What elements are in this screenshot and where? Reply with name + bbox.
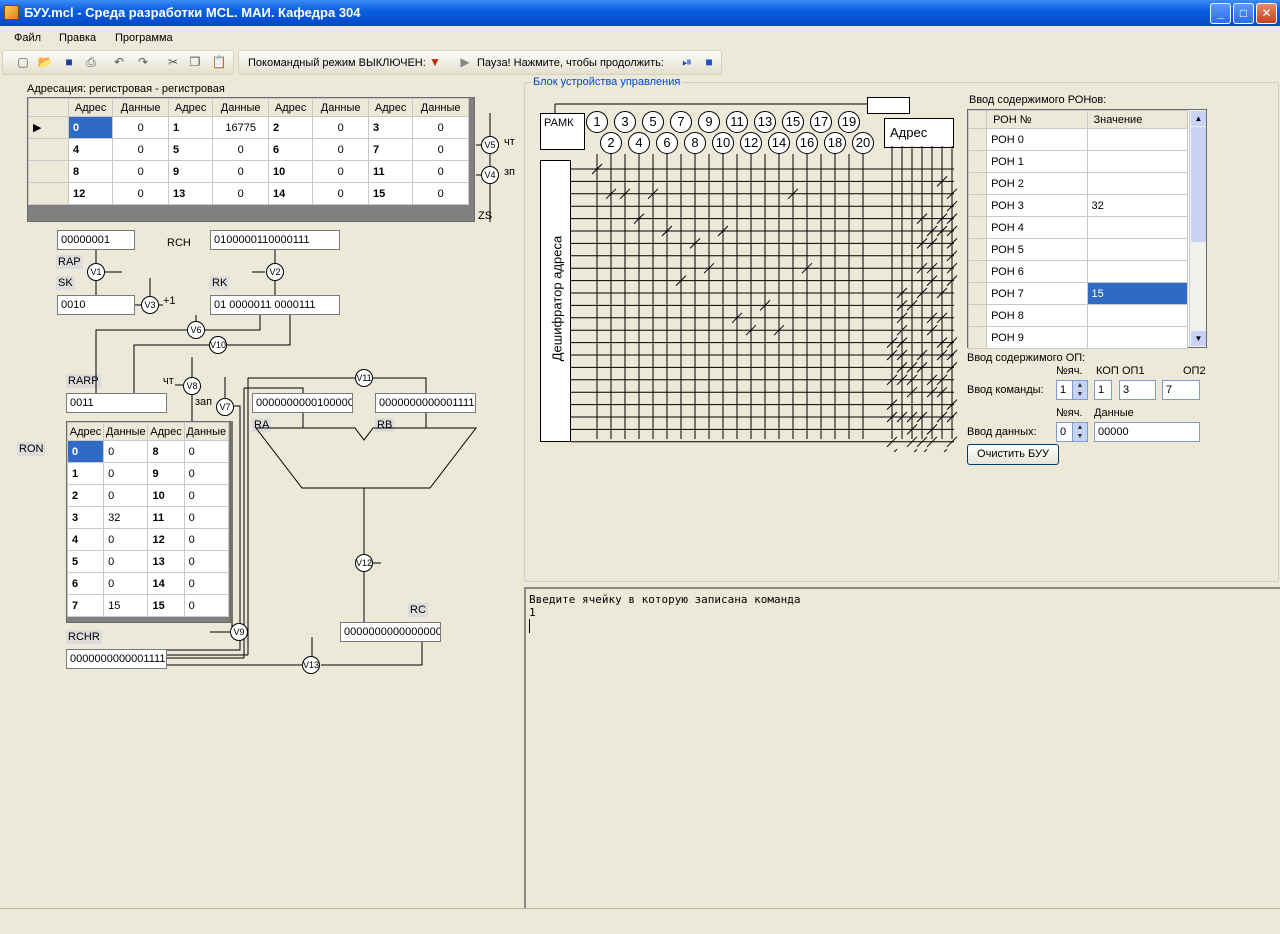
op1-col-label: ОП1 bbox=[1122, 365, 1145, 377]
table-cell[interactable]: РОН 8 bbox=[987, 305, 1087, 327]
kop-field[interactable]: 1 bbox=[1094, 380, 1112, 400]
datapath-wires bbox=[0, 0, 524, 700]
clear-cu-button[interactable]: Очистить БУУ bbox=[967, 444, 1059, 465]
data-input-label: Ввод данных: bbox=[967, 426, 1037, 438]
valve-v10: V10 bbox=[209, 336, 227, 354]
cell-col-label-2: №яч. bbox=[1056, 407, 1083, 419]
data-col-label: Данные bbox=[1094, 407, 1134, 419]
table-cell[interactable]: 15 bbox=[1087, 283, 1187, 305]
row-header[interactable] bbox=[969, 305, 987, 327]
table-cell[interactable]: РОН 5 bbox=[987, 239, 1087, 261]
valve-v9: V9 bbox=[230, 623, 248, 641]
row-header[interactable] bbox=[969, 283, 987, 305]
console-output[interactable]: Введите ячейку в которую записана команд… bbox=[524, 587, 1280, 908]
kop-col-label: КОП bbox=[1096, 365, 1119, 377]
row-header-corner bbox=[969, 111, 987, 129]
table-row[interactable]: РОН 5 bbox=[969, 239, 1188, 261]
valve-v8: V8 bbox=[183, 377, 201, 395]
table-cell[interactable] bbox=[1087, 305, 1187, 327]
op2-field[interactable]: 7 bbox=[1162, 380, 1200, 400]
table-cell[interactable] bbox=[1087, 261, 1187, 283]
step-icon[interactable]: ⏯ bbox=[679, 55, 695, 70]
table-row[interactable]: РОН 2 bbox=[969, 173, 1188, 195]
table-cell[interactable]: РОН 3 bbox=[987, 195, 1087, 217]
address-mark bbox=[887, 449, 897, 452]
table-row[interactable]: РОН 0 bbox=[969, 129, 1188, 151]
row-header[interactable] bbox=[969, 151, 987, 173]
ron-input-grid[interactable]: РОН № Значение РОН 0 РОН 1 РОН 2 РОН 3 32 РОН 4… bbox=[967, 109, 1207, 348]
table-cell[interactable]: 32 bbox=[1087, 195, 1187, 217]
cmd-input-label: Ввод команды: bbox=[967, 384, 1044, 396]
table-cell[interactable]: РОН 7 bbox=[987, 283, 1087, 305]
table-row[interactable]: РОН 4 bbox=[969, 217, 1188, 239]
status-bar bbox=[0, 908, 1280, 934]
row-header[interactable] bbox=[969, 239, 987, 261]
data-value-field[interactable]: 00000 bbox=[1094, 422, 1200, 442]
column-header: РОН № bbox=[987, 111, 1087, 129]
valve-v5: V5 bbox=[481, 136, 499, 154]
table-row[interactable]: РОН 9 bbox=[969, 327, 1188, 349]
valve-v13: V13 bbox=[302, 656, 320, 674]
valve-v4: V4 bbox=[481, 166, 499, 184]
table-row[interactable]: РОН 8 bbox=[969, 305, 1188, 327]
ron-input-title: Ввод содержимого РОНов: bbox=[969, 94, 1106, 106]
table-row[interactable]: РОН 3 32 bbox=[969, 195, 1188, 217]
valve-v11: V11 bbox=[355, 369, 373, 387]
minimize-button[interactable]: _ bbox=[1210, 3, 1231, 24]
scroll-thumb[interactable] bbox=[1191, 127, 1206, 242]
table-row[interactable]: РОН 7 15 bbox=[969, 283, 1188, 305]
valve-v6: V6 bbox=[187, 321, 205, 339]
op-input-title: Ввод содержимого ОП: bbox=[967, 352, 1085, 364]
cmd-cell-value: 1 bbox=[1060, 384, 1066, 396]
address-mark bbox=[917, 449, 927, 452]
close-button[interactable]: ✕ bbox=[1256, 3, 1277, 24]
table-cell[interactable] bbox=[1087, 239, 1187, 261]
console-caret bbox=[529, 619, 530, 633]
console-line: Введите ячейку в которую записана команд… bbox=[529, 593, 1277, 606]
op1-field[interactable]: 3 bbox=[1119, 380, 1156, 400]
row-header[interactable] bbox=[969, 195, 987, 217]
scroll-down-icon[interactable]: ▼ bbox=[1191, 331, 1206, 346]
row-header[interactable] bbox=[969, 173, 987, 195]
table-cell[interactable]: РОН 2 bbox=[987, 173, 1087, 195]
valve-v2: V2 bbox=[266, 263, 284, 281]
data-cell-value: 0 bbox=[1060, 426, 1066, 438]
maximize-button[interactable]: □ bbox=[1233, 3, 1254, 24]
scroll-up-icon[interactable]: ▲ bbox=[1191, 111, 1206, 126]
table-cell[interactable] bbox=[1087, 151, 1187, 173]
data-cell-stepper[interactable]: 0 ▲ ▼ bbox=[1056, 422, 1088, 442]
console-line: 1 bbox=[529, 606, 1277, 619]
table-cell[interactable] bbox=[1087, 217, 1187, 239]
row-header[interactable] bbox=[969, 129, 987, 151]
valve-v7: V7 bbox=[216, 398, 234, 416]
table-cell[interactable]: РОН 1 bbox=[987, 151, 1087, 173]
table-cell[interactable]: РОН 0 bbox=[987, 129, 1087, 151]
valve-v12: V12 bbox=[355, 554, 373, 572]
address-mark bbox=[937, 449, 947, 452]
address-mark bbox=[907, 449, 917, 452]
row-header[interactable] bbox=[969, 327, 987, 349]
row-header[interactable] bbox=[969, 217, 987, 239]
ron-input-table[interactable]: РОН № Значение РОН 0 РОН 1 РОН 2 РОН 3 32 РОН 4… bbox=[968, 110, 1188, 349]
spinner-arrows-icon[interactable]: ▲ ▼ bbox=[1072, 423, 1087, 441]
table-cell[interactable] bbox=[1087, 173, 1187, 195]
column-header: Значение bbox=[1087, 111, 1187, 129]
row-header[interactable] bbox=[969, 261, 987, 283]
valve-v1: V1 bbox=[87, 263, 105, 281]
table-cell[interactable]: РОН 4 bbox=[987, 217, 1087, 239]
table-cell[interactable]: РОН 9 bbox=[987, 327, 1087, 349]
cell-col-label: №яч. bbox=[1056, 365, 1083, 377]
table-cell[interactable] bbox=[1087, 129, 1187, 151]
op2-col-label: ОП2 bbox=[1183, 365, 1206, 377]
spinner-arrows-icon[interactable]: ▲ ▼ bbox=[1072, 381, 1087, 399]
table-row[interactable]: РОН 1 bbox=[969, 151, 1188, 173]
table-row[interactable]: РОН 6 bbox=[969, 261, 1188, 283]
cmd-cell-stepper[interactable]: 1 ▲ ▼ bbox=[1056, 380, 1088, 400]
table-cell[interactable]: РОН 6 bbox=[987, 261, 1087, 283]
control-matrix bbox=[524, 82, 964, 452]
ron-input-scrollbar[interactable]: ▲ ▼ bbox=[1189, 110, 1206, 347]
table-cell[interactable] bbox=[1087, 327, 1187, 349]
valve-v3: V3 bbox=[141, 296, 159, 314]
stop-icon[interactable]: ■ bbox=[701, 55, 717, 70]
